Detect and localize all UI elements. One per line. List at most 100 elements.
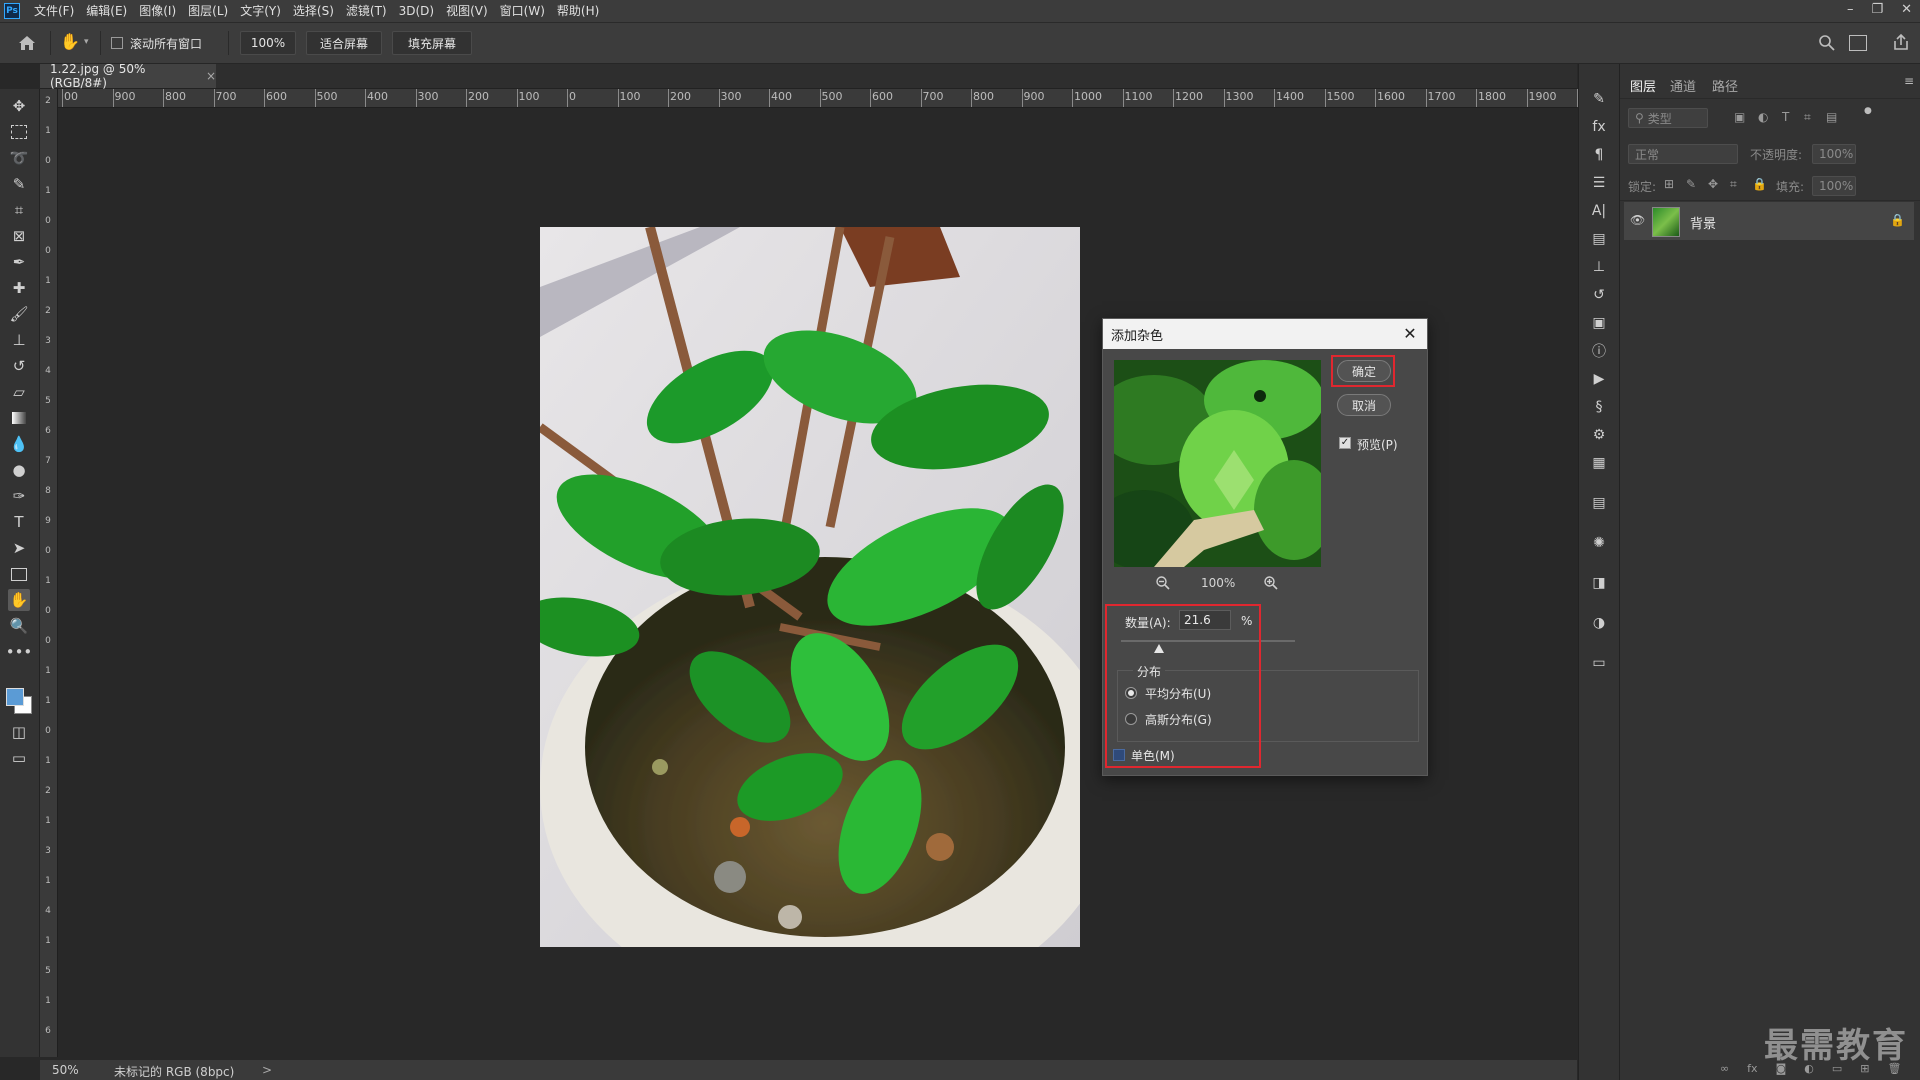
swatches-icon[interactable]: ◨ [1588,572,1610,594]
lock-pixels-icon[interactable]: ⊞ [1664,177,1674,191]
filter-preview[interactable] [1114,360,1321,567]
menu-layer[interactable]: 图层(L) [182,0,234,22]
table-icon[interactable]: ▦ [1588,452,1610,474]
restore-button[interactable]: ❐ [1871,0,1883,20]
close-window-button[interactable]: ✕ [1901,0,1912,20]
home-icon[interactable] [16,33,38,53]
add-style-icon[interactable]: fx [1747,1062,1757,1075]
hand-tool-icon[interactable]: ✋ [8,589,30,611]
notes-icon[interactable]: ▤ [1588,492,1610,514]
menu-file[interactable]: 文件(F) [28,0,80,22]
chevron-down-icon[interactable]: ▾ [84,37,89,47]
styles-icon[interactable]: fx [1588,116,1610,138]
menu-window[interactable]: 窗口(W) [494,0,551,22]
3d-icon[interactable]: ⚙ [1588,424,1610,446]
fill-screen-button[interactable]: 填充屏幕 [392,31,472,55]
lasso-tool-icon[interactable]: ➰ [8,147,30,169]
menu-help[interactable]: 帮助(H) [551,0,605,22]
crop-tool-icon[interactable]: ⌗ [8,199,30,221]
screen-mode-icon[interactable]: ▭ [8,747,30,769]
fit-screen-button[interactable]: 适合屏幕 [306,31,382,55]
properties-icon[interactable]: ▣ [1588,312,1610,334]
frame-tool-icon[interactable]: ⊠ [8,225,30,247]
filter-type-icon[interactable]: T [1782,110,1789,124]
lock-artboard-icon[interactable]: ⌗ [1730,177,1737,192]
patterns-icon[interactable]: ▭ [1588,652,1610,674]
libraries-icon[interactable]: ▤ [1588,228,1610,250]
dodge-tool-icon[interactable]: ● [8,459,30,481]
scroll-all-checkbox[interactable] [111,37,123,49]
menu-type[interactable]: 文字(Y) [234,0,287,22]
lock-paint-icon[interactable]: ✎ [1686,177,1696,191]
eraser-tool-icon[interactable]: ▱ [8,381,30,403]
color-icon[interactable]: ✺ [1588,532,1610,554]
panel-menu-icon[interactable]: ≡ [1904,74,1914,88]
character-icon[interactable]: A| [1588,200,1610,222]
channels-path-icon[interactable]: § [1588,396,1610,418]
stamp-tool-icon[interactable]: ⊥ [8,329,30,351]
move-tool-icon[interactable]: ✥ [8,95,30,117]
workspace-icon[interactable] [1849,35,1867,51]
clone-source-icon[interactable]: ⊥ [1588,256,1610,278]
menu-filter[interactable]: 滤镜(T) [340,0,393,22]
layer-filter-select[interactable]: ⚲ 类型 [1628,108,1708,128]
marquee-tool-icon[interactable] [8,121,30,143]
search-icon[interactable] [1818,34,1836,52]
filter-pixel-icon[interactable]: ▣ [1734,110,1745,124]
brush-settings-icon[interactable]: ✎ [1588,88,1610,110]
type-tool-icon[interactable]: T [8,511,30,533]
status-expand-arrow[interactable]: > [262,1063,272,1077]
zoom-tool-icon[interactable]: 🔍 [8,615,30,637]
hand-tool-icon[interactable]: ✋ [60,32,82,54]
gradient-tool-icon[interactable] [8,407,30,429]
actions-play-icon[interactable]: ▶ [1588,368,1610,390]
menu-select[interactable]: 选择(S) [287,0,340,22]
eyedropper-tool-icon[interactable]: ✒ [8,251,30,273]
canvas-image[interactable] [540,227,1080,947]
zoom-out-icon[interactable] [1155,575,1171,594]
gradients-icon[interactable]: ◑ [1588,612,1610,634]
minimize-button[interactable]: – [1847,0,1854,20]
rectangle-tool-icon[interactable] [8,563,30,585]
cancel-button[interactable]: 取消 [1337,394,1391,416]
document-tab[interactable]: 1.22.jpg @ 50%(RGB/8#) × [40,62,216,90]
close-tab-icon[interactable]: × [206,69,216,83]
zoom-in-icon[interactable] [1263,575,1279,594]
lock-all-icon[interactable]: 🔒 [1752,177,1767,191]
blend-mode-select[interactable]: 正常 [1628,144,1738,164]
quick-mask-icon[interactable]: ◫ [8,721,30,743]
path-select-tool-icon[interactable]: ➤ [8,537,30,559]
blur-tool-icon[interactable]: 💧 [8,433,30,455]
foreground-color-swatch[interactable] [6,688,24,706]
visibility-eye-icon[interactable]: 👁 [1630,213,1645,227]
preview-checkbox[interactable]: ✓ [1339,437,1351,449]
layer-name[interactable]: 背景 [1690,213,1716,232]
quick-select-tool-icon[interactable]: ✎ [8,173,30,195]
menu-image[interactable]: 图像(I) [133,0,182,22]
healing-brush-icon[interactable]: ✚ [8,277,30,299]
menu-3d[interactable]: 3D(D) [393,0,440,22]
filter-toggle-icon[interactable]: ● [1864,106,1872,116]
adjustments-icon[interactable]: ☰ [1588,172,1610,194]
history-icon[interactable]: ↺ [1588,284,1610,306]
menu-view[interactable]: 视图(V) [440,0,494,22]
dialog-close-icon[interactable]: ✕ [1399,322,1421,344]
filter-shape-icon[interactable]: ⌗ [1804,110,1811,125]
zoom-100-button[interactable]: 100% [240,31,296,55]
more-tools-icon[interactable]: ••• [6,641,33,663]
history-brush-icon[interactable]: ↺ [8,355,30,377]
brush-tool-icon[interactable]: 🖌 [8,303,30,325]
layer-row[interactable]: 👁 背景 🔒 [1624,202,1914,240]
paragraph-icon[interactable]: ¶ [1588,144,1610,166]
tab-paths[interactable]: 路径 [1712,76,1738,95]
lock-position-icon[interactable]: ✥ [1708,177,1718,191]
filter-smart-icon[interactable]: ▤ [1826,110,1837,124]
link-layers-icon[interactable]: ∞ [1720,1062,1729,1075]
share-icon[interactable] [1892,33,1910,51]
tab-layers[interactable]: 图层 [1630,76,1656,95]
opacity-input[interactable]: 100% [1812,144,1856,164]
fill-input[interactable]: 100% [1812,176,1856,196]
tab-channels[interactable]: 通道 [1670,76,1696,95]
filter-adjust-icon[interactable]: ◐ [1758,110,1768,124]
menu-edit[interactable]: 编辑(E) [80,0,133,22]
